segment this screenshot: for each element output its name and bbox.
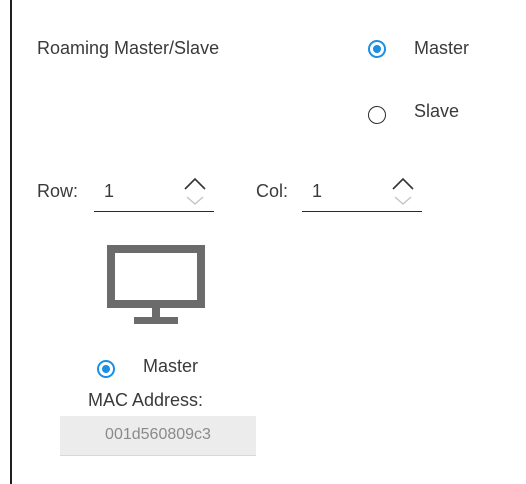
- device-master-label[interactable]: Master: [143, 356, 198, 377]
- roaming-master-radio[interactable]: [368, 40, 386, 58]
- col-increment-icon: [392, 177, 414, 190]
- row-value[interactable]: 1: [104, 181, 114, 202]
- panel-left-border: [10, 0, 12, 484]
- roaming-slave-label[interactable]: Slave: [414, 101, 459, 122]
- roaming-mode-label: Roaming Master/Slave: [37, 38, 220, 58]
- col-label: Col:: [256, 181, 289, 201]
- row-increment-icon: [184, 177, 206, 190]
- row-label: Row:: [37, 181, 79, 201]
- roaming-master-label[interactable]: Master: [414, 38, 469, 59]
- row-stepper[interactable]: 1: [94, 177, 214, 212]
- col-stepper[interactable]: 1: [302, 177, 422, 212]
- mac-address-label: MAC Address:: [88, 390, 204, 410]
- mac-address-field: 001d560809c3: [60, 416, 256, 456]
- mac-address-value: 001d560809c3: [105, 426, 211, 443]
- roaming-slave-radio[interactable]: [368, 106, 386, 124]
- monitor-icon: [106, 244, 206, 328]
- row-spinner[interactable]: [182, 177, 208, 211]
- row-decrement-icon: [186, 196, 204, 205]
- col-spinner[interactable]: [390, 177, 416, 211]
- col-decrement-icon: [394, 196, 412, 205]
- device-master-radio[interactable]: [97, 360, 115, 378]
- col-value[interactable]: 1: [312, 181, 322, 202]
